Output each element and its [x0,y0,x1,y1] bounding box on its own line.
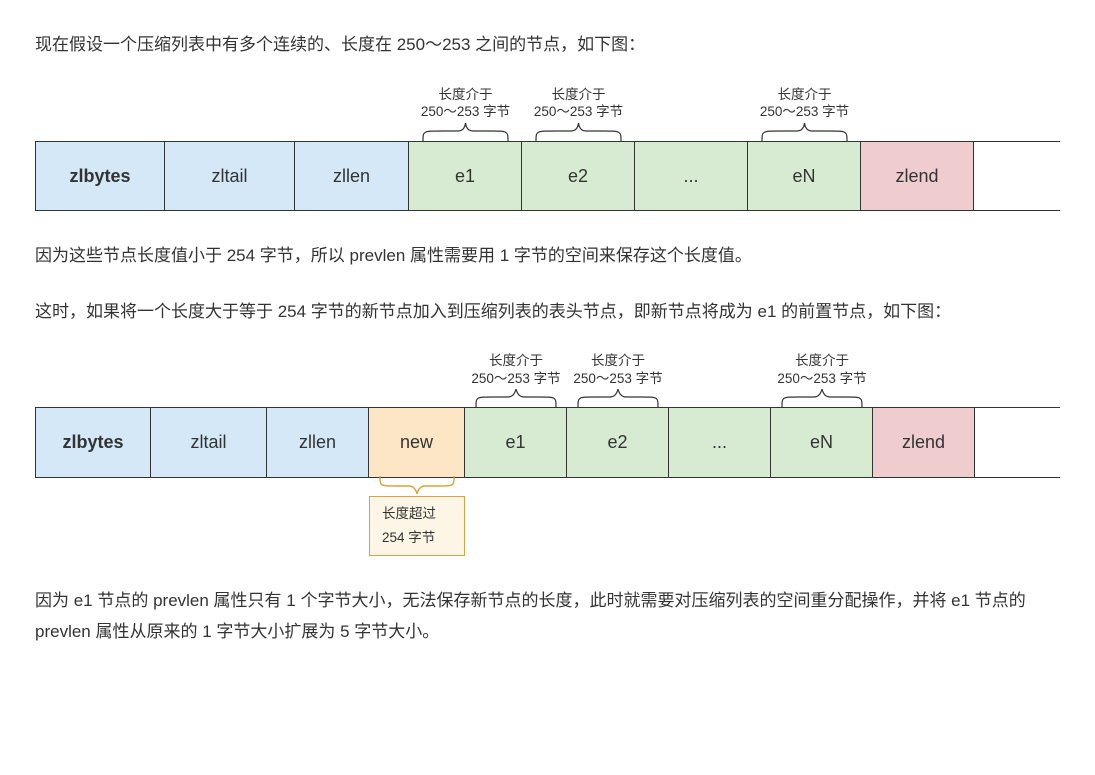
brace-icon [771,389,873,407]
label-e1: 长度介于250～253 字节 [409,86,522,121]
paragraph-1: 现在假设一个压缩列表中有多个连续的、长度在 250～253 之间的节点，如下图： [35,30,1060,61]
label-e1: 长度介于250～253 字节 [465,352,567,387]
label-e2: 长度介于250～253 字节 [522,86,635,121]
new-node-label: 长度超过 254 字节 [369,496,465,557]
ziplist-structure-1: zlbytes zltail zllen e1 e2 ... eN zlend [35,141,1060,211]
brace-icon [465,389,567,407]
cell-e2: e2 [567,408,669,476]
paragraph-2: 因为这些节点长度值小于 254 字节，所以 prevlen 属性需要用 1 字节… [35,241,1060,272]
diagram-1: 长度介于250～253 字节 长度介于250～253 字节 长度介于250～25… [35,86,1060,211]
brace-icon [522,123,635,141]
cell-zltail: zltail [151,408,267,476]
cell-eN: eN [771,408,873,476]
label-eN: 长度介于250～253 字节 [771,352,873,387]
cell-dots: ... [635,142,748,210]
cell-dots: ... [669,408,771,476]
brace-icon [409,123,522,141]
brace-icon [567,389,669,407]
paragraph-4: 因为 e1 节点的 prevlen 属性只有 1 个字节大小，无法保存新节点的长… [35,586,1060,647]
ziplist-structure-2: zlbytes zltail zllen new e1 e2 ... eN zl… [35,407,1060,477]
label-eN: 长度介于250～253 字节 [748,86,861,121]
cell-zlend: zlend [873,408,975,476]
cell-e2: e2 [522,142,635,210]
brace-icon [369,476,465,494]
cell-new: new [369,408,465,476]
cell-eN: eN [748,142,861,210]
cell-zlbytes: zlbytes [35,408,151,476]
label-e2: 长度介于250～253 字节 [567,352,669,387]
brace-icon [748,123,861,141]
cell-zlend: zlend [861,142,974,210]
cell-zltail: zltail [165,142,295,210]
cell-e1: e1 [409,142,522,210]
diagram-2: 长度介于250～253 字节 长度介于250～253 字节 长度介于250～25… [35,352,1060,556]
paragraph-3: 这时，如果将一个长度大于等于 254 字节的新节点加入到压缩列表的表头节点，即新… [35,297,1060,328]
cell-zllen: zllen [267,408,369,476]
cell-zlbytes: zlbytes [35,142,165,210]
cell-e1: e1 [465,408,567,476]
cell-zllen: zllen [295,142,409,210]
